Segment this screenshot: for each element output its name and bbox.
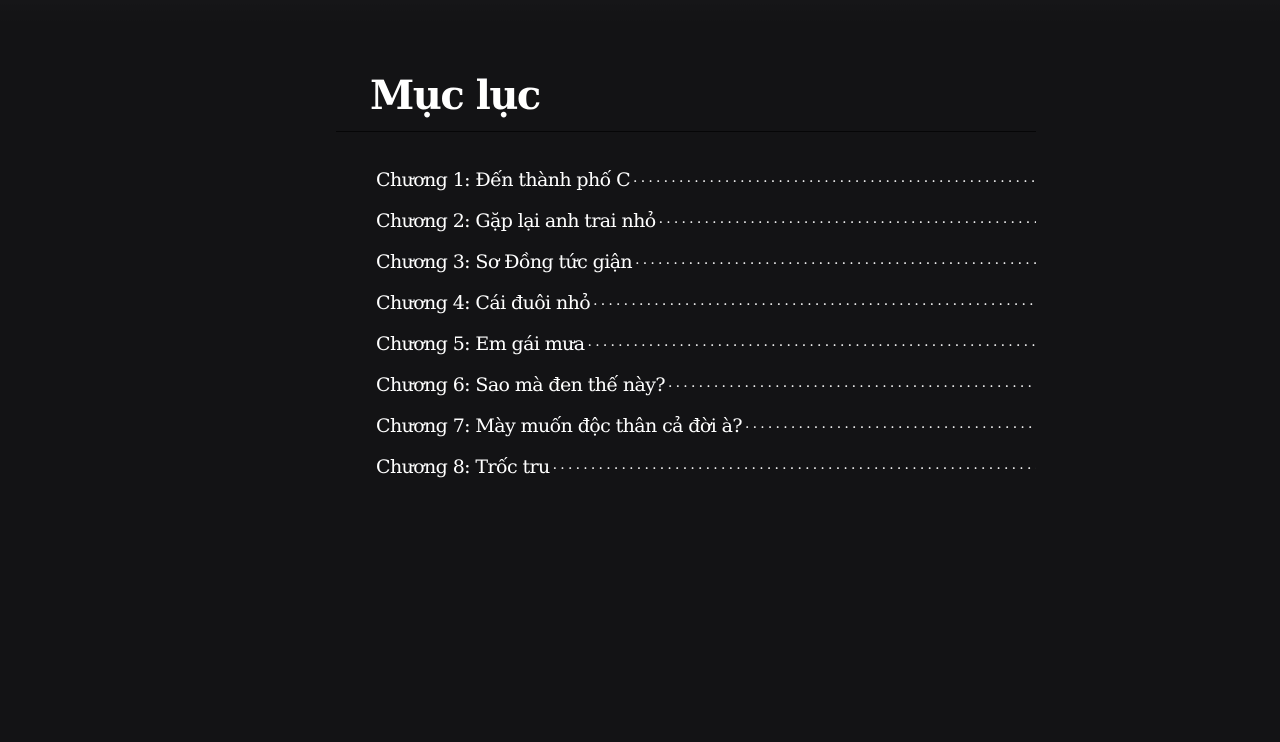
chapter-label: Chương 1: Đến thành phố C: [376, 169, 631, 191]
chapter-link-8[interactable]: Chương 8: Trốc tru ·····················…: [376, 449, 1036, 490]
chapter-label: Chương 2: Gặp lại anh trai nhỏ: [376, 210, 656, 232]
dot-leader: ········································…: [668, 379, 1036, 395]
page-title: Mục lục: [370, 72, 541, 119]
chapter-label: Chương 3: Sơ Đồng tức giận: [376, 251, 633, 273]
chapter-label: Chương 8: Trốc tru: [376, 456, 550, 478]
dot-leader: ········································…: [587, 338, 1036, 354]
chapter-label: Chương 5: Em gái mưa: [376, 333, 585, 355]
chapter-link-2[interactable]: Chương 2: Gặp lại anh trai nhỏ ·········…: [376, 203, 1036, 244]
dot-leader: ········································…: [552, 461, 1036, 477]
chapter-link-3[interactable]: Chương 3: Sơ Đồng tức giận ·············…: [376, 244, 1036, 285]
title-divider: [336, 131, 1036, 132]
chapter-link-6[interactable]: Chương 6: Sao mà đen thế này? ··········…: [376, 367, 1036, 408]
chapter-list: Chương 1: Đến thành phố C ··············…: [376, 162, 1036, 490]
chapter-link-5[interactable]: Chương 5: Em gái mưa ···················…: [376, 326, 1036, 367]
toc-page: Mục lục Chương 1: Đến thành phố C ······…: [336, 0, 1036, 742]
dot-leader: ········································…: [658, 215, 1036, 231]
chapter-label: Chương 4: Cái đuôi nhỏ: [376, 292, 591, 314]
chapter-link-4[interactable]: Chương 4: Cái đuôi nhỏ ·················…: [376, 285, 1036, 326]
chapter-label: Chương 7: Mày muốn độc thân cả đời à?: [376, 415, 743, 437]
dot-leader: ········································…: [744, 420, 1036, 436]
dot-leader: ········································…: [593, 297, 1036, 313]
chapter-link-1[interactable]: Chương 1: Đến thành phố C ··············…: [376, 162, 1036, 203]
dot-leader: ········································…: [633, 174, 1036, 190]
chapter-label: Chương 6: Sao mà đen thế này?: [376, 374, 666, 396]
dot-leader: ········································…: [635, 256, 1036, 272]
chapter-link-7[interactable]: Chương 7: Mày muốn độc thân cả đời à? ··…: [376, 408, 1036, 449]
